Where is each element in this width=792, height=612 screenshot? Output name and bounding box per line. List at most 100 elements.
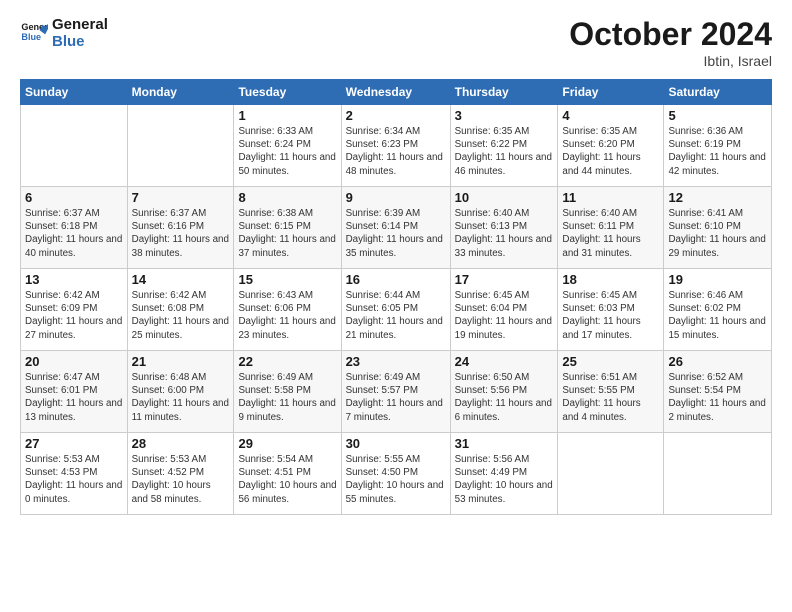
calendar-day-cell: 6 Sunrise: 6:37 AM Sunset: 6:18 PM Daylig… bbox=[21, 187, 128, 269]
day-info: Sunrise: 6:47 AM Sunset: 6:01 PM Dayligh… bbox=[25, 371, 123, 424]
day-number: 26 bbox=[668, 354, 767, 369]
day-info: Sunrise: 6:46 AM Sunset: 6:02 PM Dayligh… bbox=[668, 289, 767, 342]
day-info: Sunrise: 6:40 AM Sunset: 6:11 PM Dayligh… bbox=[562, 207, 659, 260]
calendar-day-cell: 30Sunrise: 5:55 AM Sunset: 4:50 PM Dayli… bbox=[341, 433, 450, 515]
calendar-week-row: 6 Sunrise: 6:37 AM Sunset: 6:18 PM Daylig… bbox=[21, 187, 772, 269]
day-number: 1 bbox=[238, 108, 336, 123]
calendar-day-cell: 21 Sunrise: 6:48 AM Sunset: 6:00 PM Dayli… bbox=[127, 351, 234, 433]
day-number: 14 bbox=[132, 272, 230, 287]
day-info: Sunrise: 6:49 AM Sunset: 5:57 PM Dayligh… bbox=[346, 371, 446, 424]
calendar-day-cell: 3Sunrise: 6:35 AM Sunset: 6:22 PM Daylig… bbox=[450, 105, 558, 187]
calendar-day-cell: 24 Sunrise: 6:50 AM Sunset: 5:56 PM Dayli… bbox=[450, 351, 558, 433]
day-info: Sunrise: 6:50 AM Sunset: 5:56 PM Dayligh… bbox=[455, 371, 554, 424]
calendar-day-cell: 19 Sunrise: 6:46 AM Sunset: 6:02 PM Dayli… bbox=[664, 269, 772, 351]
day-number: 21 bbox=[132, 354, 230, 369]
day-info: Sunrise: 6:51 AM Sunset: 5:55 PM Dayligh… bbox=[562, 371, 659, 424]
calendar-day-cell bbox=[664, 433, 772, 515]
day-number: 10 bbox=[455, 190, 554, 205]
logo-icon: General Blue bbox=[20, 19, 48, 47]
calendar-day-cell: 16Sunrise: 6:44 AM Sunset: 6:05 PM Dayli… bbox=[341, 269, 450, 351]
calendar-day-cell: 22 Sunrise: 6:49 AM Sunset: 5:58 PM Dayli… bbox=[234, 351, 341, 433]
svg-text:Blue: Blue bbox=[21, 32, 41, 42]
weekday-header: Sunday bbox=[21, 80, 128, 105]
calendar-day-cell: 20 Sunrise: 6:47 AM Sunset: 6:01 PM Dayli… bbox=[21, 351, 128, 433]
day-number: 30 bbox=[346, 436, 446, 451]
day-info: Sunrise: 6:52 AM Sunset: 5:54 PM Dayligh… bbox=[668, 371, 767, 424]
calendar-header-row: SundayMondayTuesdayWednesdayThursdayFrid… bbox=[21, 80, 772, 105]
calendar-week-row: 13Sunrise: 6:42 AM Sunset: 6:09 PM Dayli… bbox=[21, 269, 772, 351]
day-info: Sunrise: 6:35 AM Sunset: 6:20 PM Dayligh… bbox=[562, 125, 659, 178]
location-subtitle: Ibtin, Israel bbox=[569, 53, 772, 69]
calendar-day-cell: 17 Sunrise: 6:45 AM Sunset: 6:04 PM Dayli… bbox=[450, 269, 558, 351]
day-number: 20 bbox=[25, 354, 123, 369]
logo: General Blue General Blue bbox=[20, 16, 108, 51]
day-number: 24 bbox=[455, 354, 554, 369]
day-info: Sunrise: 6:49 AM Sunset: 5:58 PM Dayligh… bbox=[238, 371, 336, 424]
calendar-day-cell: 8Sunrise: 6:38 AM Sunset: 6:15 PM Daylig… bbox=[234, 187, 341, 269]
day-info: Sunrise: 6:37 AM Sunset: 6:18 PM Dayligh… bbox=[25, 207, 123, 260]
day-number: 28 bbox=[132, 436, 230, 451]
day-number: 17 bbox=[455, 272, 554, 287]
weekday-header: Wednesday bbox=[341, 80, 450, 105]
day-number: 3 bbox=[455, 108, 554, 123]
day-number: 15 bbox=[238, 272, 336, 287]
day-number: 25 bbox=[562, 354, 659, 369]
day-info: Sunrise: 6:33 AM Sunset: 6:24 PM Dayligh… bbox=[238, 125, 336, 178]
calendar-day-cell: 10 Sunrise: 6:40 AM Sunset: 6:13 PM Dayli… bbox=[450, 187, 558, 269]
day-number: 22 bbox=[238, 354, 336, 369]
calendar-day-cell: 1 Sunrise: 6:33 AM Sunset: 6:24 PM Daylig… bbox=[234, 105, 341, 187]
calendar-day-cell bbox=[127, 105, 234, 187]
day-info: Sunrise: 6:43 AM Sunset: 6:06 PM Dayligh… bbox=[238, 289, 336, 342]
calendar-day-cell: 12Sunrise: 6:41 AM Sunset: 6:10 PM Dayli… bbox=[664, 187, 772, 269]
day-info: Sunrise: 6:40 AM Sunset: 6:13 PM Dayligh… bbox=[455, 207, 554, 260]
page: General Blue General Blue October 2024 I… bbox=[0, 0, 792, 612]
month-title: October 2024 bbox=[569, 16, 772, 53]
calendar-day-cell: 2 Sunrise: 6:34 AM Sunset: 6:23 PM Daylig… bbox=[341, 105, 450, 187]
day-info: Sunrise: 6:45 AM Sunset: 6:03 PM Dayligh… bbox=[562, 289, 659, 342]
calendar-week-row: 20 Sunrise: 6:47 AM Sunset: 6:01 PM Dayli… bbox=[21, 351, 772, 433]
day-info: Sunrise: 6:42 AM Sunset: 6:08 PM Dayligh… bbox=[132, 289, 230, 342]
day-number: 13 bbox=[25, 272, 123, 287]
day-info: Sunrise: 6:36 AM Sunset: 6:19 PM Dayligh… bbox=[668, 125, 767, 178]
logo-line1: General bbox=[52, 16, 108, 33]
calendar-day-cell: 7Sunrise: 6:37 AM Sunset: 6:16 PM Daylig… bbox=[127, 187, 234, 269]
day-info: Sunrise: 6:48 AM Sunset: 6:00 PM Dayligh… bbox=[132, 371, 230, 424]
day-info: Sunrise: 6:44 AM Sunset: 6:05 PM Dayligh… bbox=[346, 289, 446, 342]
title-block: October 2024 Ibtin, Israel bbox=[569, 16, 772, 69]
day-info: Sunrise: 6:37 AM Sunset: 6:16 PM Dayligh… bbox=[132, 207, 230, 260]
day-info: Sunrise: 6:45 AM Sunset: 6:04 PM Dayligh… bbox=[455, 289, 554, 342]
calendar-day-cell: 18 Sunrise: 6:45 AM Sunset: 6:03 PM Dayli… bbox=[558, 269, 664, 351]
weekday-header: Tuesday bbox=[234, 80, 341, 105]
day-number: 9 bbox=[346, 190, 446, 205]
weekday-header: Monday bbox=[127, 80, 234, 105]
day-info: Sunrise: 6:34 AM Sunset: 6:23 PM Dayligh… bbox=[346, 125, 446, 178]
day-number: 23 bbox=[346, 354, 446, 369]
calendar-day-cell: 9Sunrise: 6:39 AM Sunset: 6:14 PM Daylig… bbox=[341, 187, 450, 269]
day-info: Sunrise: 5:53 AM Sunset: 4:52 PM Dayligh… bbox=[132, 453, 230, 506]
calendar-week-row: 1 Sunrise: 6:33 AM Sunset: 6:24 PM Daylig… bbox=[21, 105, 772, 187]
weekday-header: Saturday bbox=[664, 80, 772, 105]
logo-line2: Blue bbox=[52, 33, 108, 50]
calendar-day-cell: 13Sunrise: 6:42 AM Sunset: 6:09 PM Dayli… bbox=[21, 269, 128, 351]
day-info: Sunrise: 5:56 AM Sunset: 4:49 PM Dayligh… bbox=[455, 453, 554, 506]
calendar-day-cell: 31Sunrise: 5:56 AM Sunset: 4:49 PM Dayli… bbox=[450, 433, 558, 515]
day-number: 18 bbox=[562, 272, 659, 287]
calendar-day-cell bbox=[21, 105, 128, 187]
day-number: 5 bbox=[668, 108, 767, 123]
calendar-day-cell: 27Sunrise: 5:53 AM Sunset: 4:53 PM Dayli… bbox=[21, 433, 128, 515]
weekday-header: Friday bbox=[558, 80, 664, 105]
calendar-day-cell: 5 Sunrise: 6:36 AM Sunset: 6:19 PM Daylig… bbox=[664, 105, 772, 187]
day-number: 19 bbox=[668, 272, 767, 287]
day-number: 29 bbox=[238, 436, 336, 451]
calendar-table: SundayMondayTuesdayWednesdayThursdayFrid… bbox=[20, 79, 772, 515]
day-info: Sunrise: 5:54 AM Sunset: 4:51 PM Dayligh… bbox=[238, 453, 336, 506]
calendar-day-cell: 23 Sunrise: 6:49 AM Sunset: 5:57 PM Dayli… bbox=[341, 351, 450, 433]
weekday-header: Thursday bbox=[450, 80, 558, 105]
day-number: 11 bbox=[562, 190, 659, 205]
day-number: 2 bbox=[346, 108, 446, 123]
calendar-day-cell: 15 Sunrise: 6:43 AM Sunset: 6:06 PM Dayli… bbox=[234, 269, 341, 351]
day-number: 6 bbox=[25, 190, 123, 205]
day-number: 4 bbox=[562, 108, 659, 123]
day-number: 27 bbox=[25, 436, 123, 451]
header: General Blue General Blue October 2024 I… bbox=[20, 16, 772, 69]
